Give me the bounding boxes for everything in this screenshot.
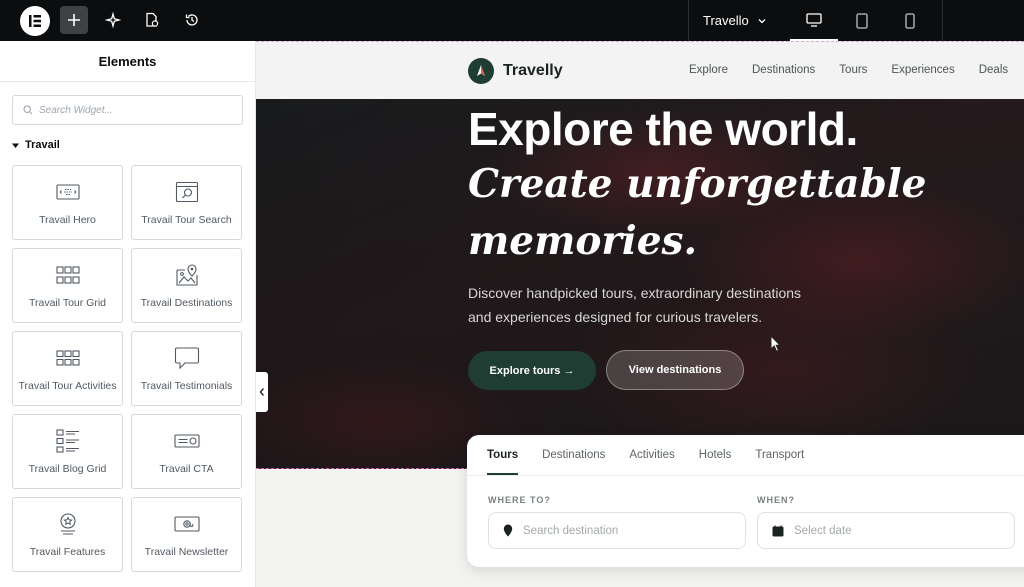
widget-travail-hero[interactable]: Travail Hero <box>12 165 123 240</box>
hero-subtitle: Discover handpicked tours, extraordinary… <box>468 281 868 329</box>
mobile-icon[interactable] <box>886 0 934 41</box>
widget-travail-tour-activities[interactable]: Travail Tour Activities <box>12 331 123 406</box>
destination-input[interactable] <box>523 524 723 537</box>
where-label: WHERE TO? <box>488 495 551 505</box>
editor-top-bar: Travello <box>0 0 1024 41</box>
widget-grid: Travail Hero Travail Tour Search Travail… <box>12 165 244 572</box>
location-pin-icon <box>503 524 513 537</box>
widget-travail-tour-search[interactable]: Travail Tour Search <box>131 165 242 240</box>
widget-travail-blog-grid[interactable]: Travail Blog Grid <box>12 414 123 489</box>
explore-tours-button[interactable]: Explore tours → <box>468 351 596 390</box>
nav-link-explore[interactable]: Explore <box>689 64 728 76</box>
tab-destinations[interactable]: Destinations <box>542 435 605 475</box>
date-field[interactable] <box>757 512 1015 549</box>
tab-activities[interactable]: Activities <box>629 435 674 475</box>
add-element-icon[interactable] <box>60 6 88 34</box>
hero-italic-heading: Create unforgettable memories. <box>468 156 948 270</box>
site-nav: Explore Destinations Tours Experiences D… <box>689 64 1008 76</box>
widget-travail-tour-grid[interactable]: Travail Tour Grid <box>12 248 123 323</box>
testimonials-speech-icon <box>174 346 200 370</box>
newsletter-icon <box>173 512 200 536</box>
hero-italic-line: memories. <box>468 218 698 264</box>
features-badge-icon <box>57 512 79 536</box>
brand-name: Travelly <box>503 62 563 79</box>
search-tabs: Tours Destinations Activities Hotels Tra… <box>487 435 804 475</box>
blog-grid-icon <box>55 428 80 453</box>
compass-logo-icon <box>468 58 494 84</box>
elementor-logo-icon[interactable] <box>20 6 50 36</box>
when-label: WHEN? <box>757 495 795 505</box>
nav-link-destinations[interactable]: Destinations <box>752 64 815 76</box>
tabs-divider <box>467 475 1024 476</box>
tab-hotels[interactable]: Hotels <box>699 435 732 475</box>
widget-label: Travail Features <box>29 545 106 558</box>
date-input[interactable] <box>794 524 994 537</box>
widget-label: Travail Tour Grid <box>28 296 107 309</box>
category-label: Travail <box>25 139 60 151</box>
widget-travail-features[interactable]: Travail Features <box>12 497 123 572</box>
hero-subtitle-line: and experiences designed for curious tra… <box>468 309 763 325</box>
widget-label: Travail Newsletter <box>144 545 229 558</box>
chevron-down-icon <box>758 18 766 23</box>
nav-link-deals[interactable]: Deals <box>979 64 1008 76</box>
view-destinations-button[interactable]: View destinations <box>606 350 744 390</box>
toolbar-divider <box>942 0 943 41</box>
hero-subtitle-line: Discover handpicked tours, extraordinary… <box>468 285 802 301</box>
elements-panel: Elements Travail Travail Hero Travail To… <box>0 41 256 587</box>
widget-label: Travail Tour Search <box>141 213 232 226</box>
site-selector[interactable]: Travello <box>688 0 780 41</box>
caret-down-icon <box>12 143 19 148</box>
preview-canvas: Travelly Explore Destinations Tours Expe… <box>256 41 1024 587</box>
hero-icon <box>55 180 80 204</box>
nav-link-tours[interactable]: Tours <box>839 64 867 76</box>
chevron-left-icon <box>259 388 264 396</box>
category-toggle[interactable]: Travail <box>12 139 60 151</box>
widget-label: Travail Blog Grid <box>28 462 107 475</box>
tour-search-card: Tours Destinations Activities Hotels Tra… <box>467 435 1024 567</box>
hero-italic-line: Create unforgettable <box>468 161 927 207</box>
tab-transport[interactable]: Transport <box>755 435 804 475</box>
widget-label: Travail CTA <box>159 462 214 475</box>
page-settings-icon[interactable] <box>138 6 166 34</box>
desktop-icon[interactable] <box>790 0 838 41</box>
widget-travail-cta[interactable]: Travail CTA <box>131 414 242 489</box>
collapse-panel-button[interactable] <box>256 372 268 412</box>
history-icon[interactable] <box>178 6 206 34</box>
destination-field[interactable] <box>488 512 746 549</box>
site-header: Travelly Explore Destinations Tours Expe… <box>256 41 1024 99</box>
calendar-icon <box>772 525 784 536</box>
tour-grid-icon <box>55 263 80 287</box>
widget-search[interactable] <box>12 95 243 125</box>
mouse-cursor-icon <box>770 335 782 352</box>
site-name: Travello <box>703 13 749 28</box>
widget-travail-destinations[interactable]: Travail Destinations <box>131 248 242 323</box>
widget-label: Travail Hero <box>39 213 96 226</box>
search-icon <box>23 105 33 115</box>
widget-label: Travail Destinations <box>140 296 233 309</box>
widget-travail-testimonials[interactable]: Travail Testimonials <box>131 331 242 406</box>
cta-icon <box>173 429 200 453</box>
search-input[interactable] <box>39 104 229 116</box>
site-brand[interactable]: Travelly <box>468 58 563 84</box>
tour-activities-icon <box>55 346 80 370</box>
nav-link-experiences[interactable]: Experiences <box>891 64 954 76</box>
tour-search-icon <box>175 180 199 204</box>
hero-title: Explore the world. <box>468 103 858 155</box>
tab-tours[interactable]: Tours <box>487 435 519 475</box>
destinations-map-icon <box>175 263 199 287</box>
panel-title: Elements <box>0 41 255 82</box>
widget-label: Travail Testimonials <box>140 379 233 392</box>
tablet-icon[interactable] <box>838 0 886 41</box>
widget-label: Travail Tour Activities <box>18 379 117 392</box>
ai-sparkle-icon[interactable] <box>99 6 127 34</box>
widget-travail-newsletter[interactable]: Travail Newsletter <box>131 497 242 572</box>
